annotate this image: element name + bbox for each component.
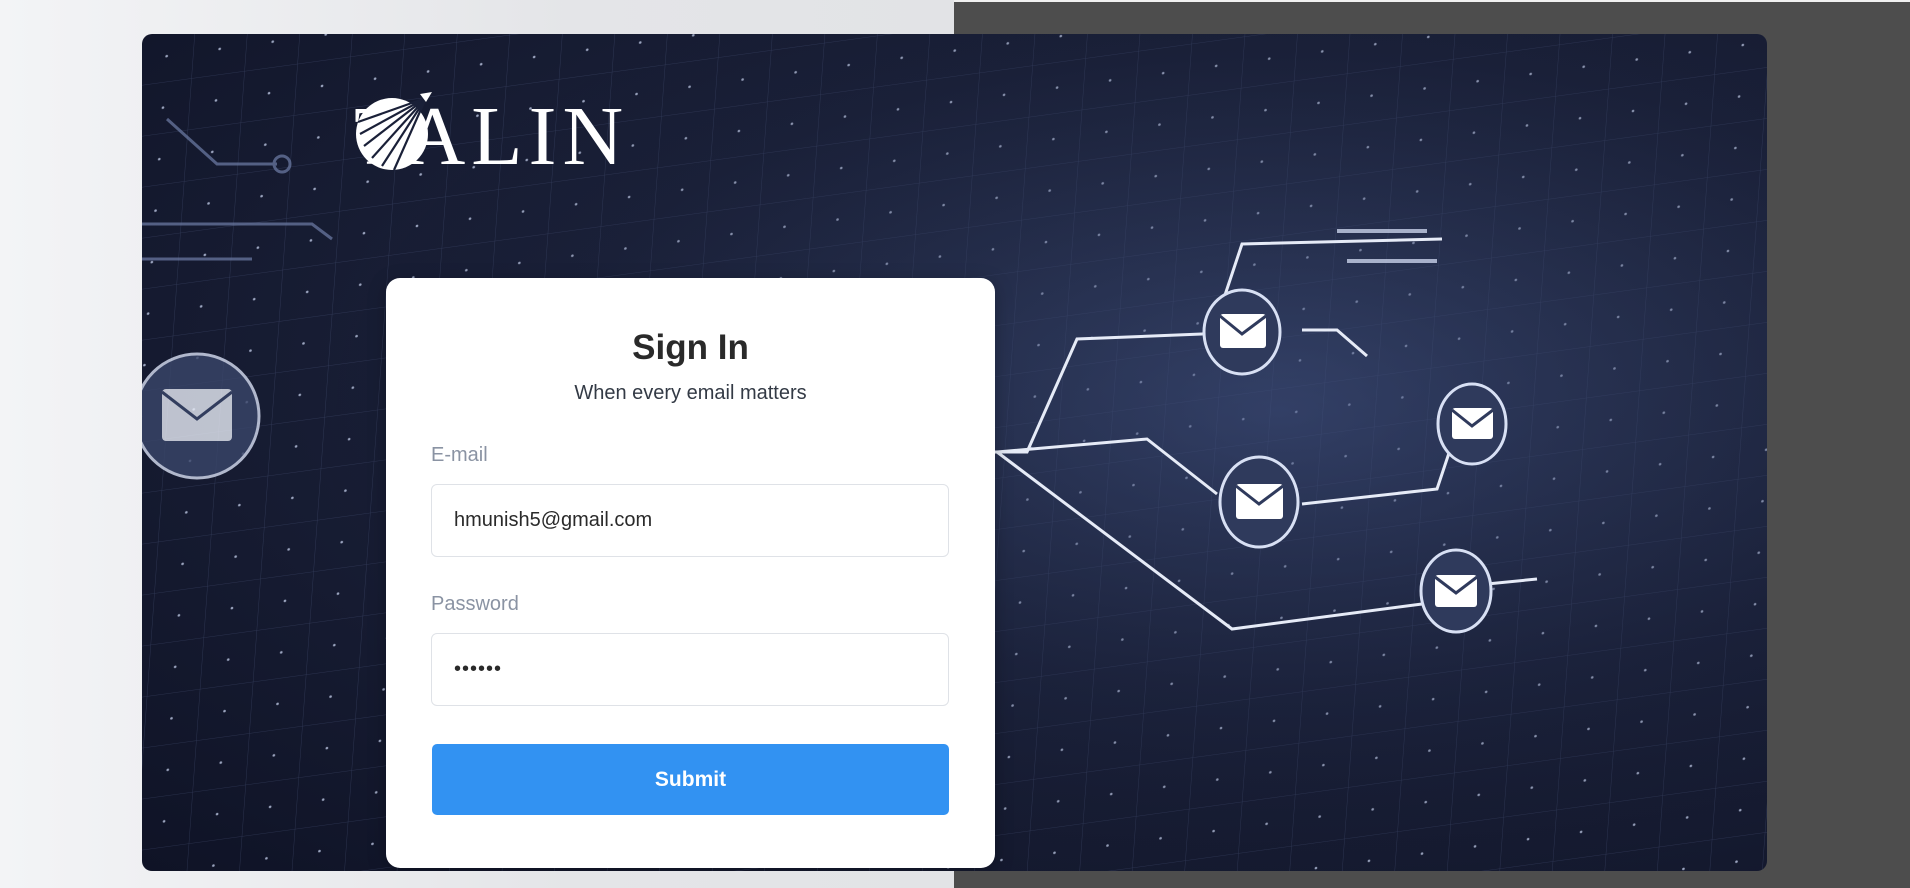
signin-card: Sign In When every email matters E-mail … — [386, 278, 995, 868]
password-label: Password — [431, 593, 519, 615]
talin-globe-icon — [356, 92, 432, 171]
signin-subtitle: When every email matters — [574, 382, 807, 404]
hero-banner: TALIN Sign In When every email matters E… — [142, 34, 1767, 871]
brand-logo: TALIN — [354, 92, 629, 182]
signin-title: Sign In — [632, 328, 749, 367]
email-label: E-mail — [431, 444, 488, 466]
password-field[interactable] — [431, 633, 949, 706]
envelope-icon — [1218, 455, 1300, 549]
envelope-icon — [142, 352, 261, 480]
envelope-icon — [1436, 382, 1508, 466]
envelope-icon — [1419, 548, 1493, 634]
email-field[interactable] — [431, 484, 949, 557]
submit-button[interactable]: Submit — [432, 744, 949, 815]
envelope-icon — [1202, 288, 1282, 376]
